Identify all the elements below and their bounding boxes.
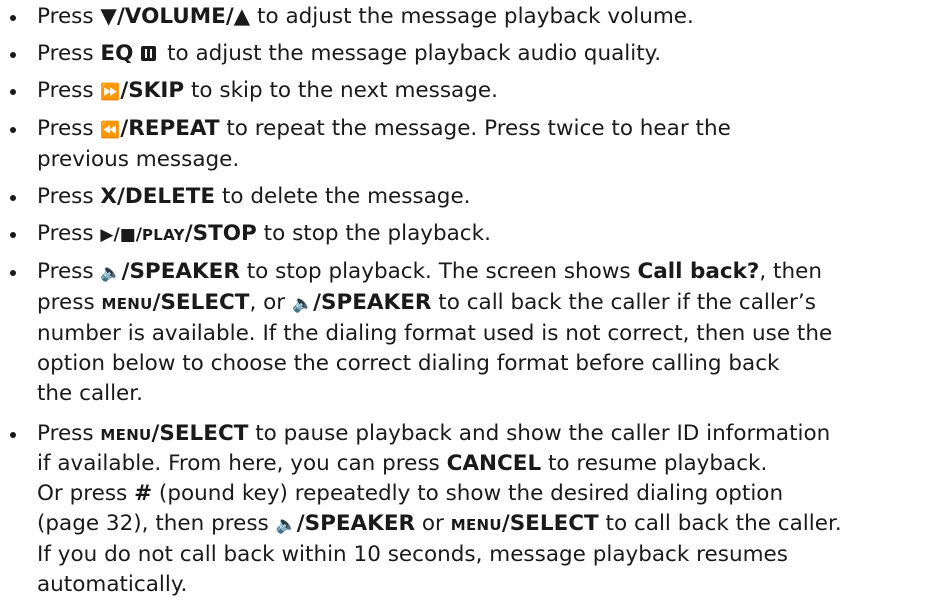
volume-key-label: ▼/VOLUME/▲: [100, 4, 251, 29]
list-item-play-stop: Press ▶/■/play/STOP to stop the playback…: [0, 219, 842, 250]
skip-icon: ⏩: [100, 82, 121, 101]
stop-key-label: /STOP: [184, 221, 257, 246]
menu-key-label-2: menu: [100, 421, 152, 446]
call-back-prompt: Call back?: [637, 259, 760, 284]
speaker-icon: 🔈: [100, 263, 122, 283]
select-key-label-2: /SELECT: [151, 421, 249, 446]
speaker-key-label-3: /SPEAKER: [296, 511, 416, 536]
list-item-speaker: Press 🔈/SPEAKER to stop playback. The sc…: [0, 257, 842, 409]
repeat-key-label: /REPEAT: [120, 116, 220, 141]
speaker-key-label: /SPEAKER: [121, 259, 240, 284]
speaker-icon-2: 🔈: [291, 294, 314, 314]
eq-key-label: EQ: [100, 41, 134, 66]
list-item-delete: Press X/DELETE to delete the message.: [0, 182, 842, 212]
select-key-label: /SELECT: [152, 290, 250, 315]
speaker-icon-3: 🔈: [275, 515, 297, 535]
menu-key-label: menu: [101, 290, 153, 315]
speaker-key-label-2: /SPEAKER: [313, 290, 432, 315]
document-page: Press ▼/VOLUME/▲ to adjust the message p…: [0, 0, 952, 597]
list-item-volume: Press ▼/VOLUME/▲ to adjust the message p…: [0, 2, 842, 32]
list-item-repeat: Press ⏪/REPEAT to repeat the message. Pr…: [0, 114, 842, 175]
delete-key-label: X/DELETE: [100, 184, 216, 209]
select-key-label-3: /SELECT: [501, 511, 599, 536]
menu-key-label-3: menu: [450, 511, 502, 536]
instruction-list: Press ▼/VOLUME/▲ to adjust the message p…: [0, 0, 842, 600]
list-item-eq: Press EQ to adjust the message playback …: [0, 39, 842, 69]
skip-key-label: /SKIP: [120, 78, 185, 103]
pound-key-label: #: [134, 481, 153, 506]
list-item-skip: Press ⏩/SKIP to skip to the next message…: [0, 76, 842, 107]
eq-icon: [141, 46, 157, 61]
play-key-label: play: [141, 221, 185, 246]
repeat-icon: ⏪: [100, 120, 121, 139]
play-stop-icon: ▶/■/: [100, 225, 142, 245]
list-item-menu-select: Press menu/SELECT to pause playback and …: [0, 419, 842, 600]
cancel-key-label: CANCEL: [446, 451, 542, 476]
